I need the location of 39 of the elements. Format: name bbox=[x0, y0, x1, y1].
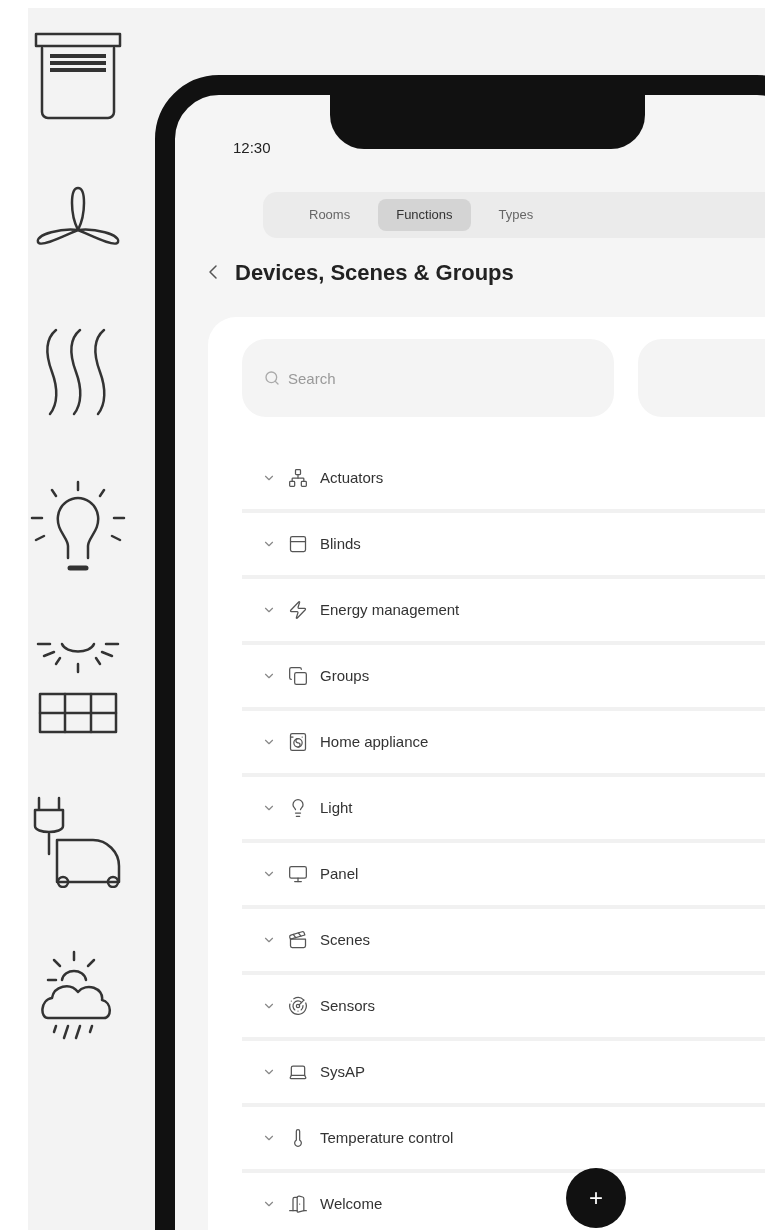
category-row[interactable]: Home appliance bbox=[242, 711, 765, 777]
plug-and-car-icon bbox=[33, 796, 123, 888]
category-row[interactable]: Scenes bbox=[242, 909, 765, 975]
category-row[interactable]: Panel bbox=[242, 843, 765, 909]
tab[interactable]: Functions bbox=[378, 199, 471, 231]
category-label: Home appliance bbox=[320, 731, 429, 752]
radar-icon bbox=[288, 996, 308, 1016]
search-field[interactable]: Search bbox=[242, 339, 614, 417]
washing-machine-icon bbox=[288, 732, 308, 752]
search-icon bbox=[264, 370, 280, 386]
tab[interactable]: Rooms bbox=[291, 199, 369, 231]
category-label: Energy management bbox=[320, 599, 460, 620]
category-row[interactable]: Blinds bbox=[242, 513, 765, 579]
category-row[interactable]: Groups bbox=[242, 645, 765, 711]
category-label: Panel bbox=[320, 863, 359, 884]
door-icon bbox=[288, 1194, 308, 1214]
category-row[interactable]: Sensors bbox=[242, 975, 765, 1041]
category-label: Welcome bbox=[320, 1193, 383, 1214]
page-title: Devices, Scenes & Groups bbox=[235, 258, 514, 287]
category-label: Temperature control bbox=[320, 1127, 454, 1148]
category-label: Scenes bbox=[320, 929, 371, 950]
category-label: Sensors bbox=[320, 995, 376, 1016]
category-row[interactable]: Energy management bbox=[242, 579, 765, 645]
category-row[interactable]: Actuators bbox=[242, 447, 765, 513]
category-label: SysAP bbox=[320, 1061, 365, 1082]
status-time: 12:30 bbox=[233, 139, 271, 156]
blind-icon bbox=[288, 534, 308, 554]
category-label: Actuators bbox=[320, 467, 384, 488]
stacked-squares-icon bbox=[288, 666, 308, 686]
category-label: Blinds bbox=[320, 533, 361, 554]
clapperboard-icon bbox=[288, 930, 308, 950]
category-row[interactable]: Light bbox=[242, 777, 765, 843]
category-label: Groups bbox=[320, 665, 370, 686]
category-label: Light bbox=[320, 797, 353, 818]
window-blind-icon bbox=[32, 30, 124, 122]
monitor-icon bbox=[288, 864, 308, 884]
category-row[interactable]: SysAP bbox=[242, 1041, 765, 1107]
tab[interactable]: Types bbox=[480, 199, 552, 231]
lightning-icon bbox=[288, 600, 308, 620]
